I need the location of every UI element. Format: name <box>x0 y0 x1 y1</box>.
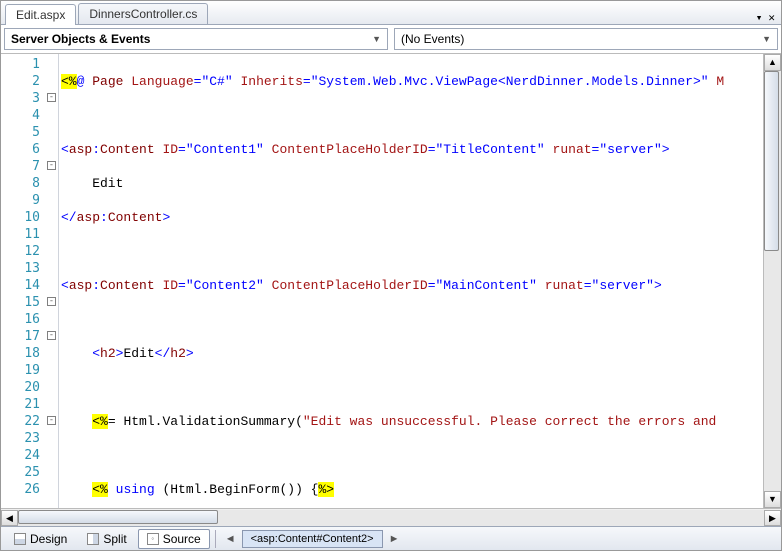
line-number: 4 <box>1 107 58 124</box>
design-icon <box>14 533 26 545</box>
line-number: 15- <box>1 294 58 311</box>
fold-toggle[interactable]: - <box>47 416 56 425</box>
breadcrumb-prev-icon[interactable]: ◄ <box>221 533 240 545</box>
line-number: 22- <box>1 413 58 430</box>
line-number: 17- <box>1 328 58 345</box>
line-number: 14 <box>1 277 58 294</box>
scrollbar-track[interactable] <box>18 510 764 526</box>
line-number: 3- <box>1 90 58 107</box>
line-number: 8 <box>1 175 58 192</box>
fold-toggle[interactable]: - <box>47 331 56 340</box>
code-area[interactable]: <%@ Page Language="C#" Inherits="System.… <box>59 54 763 508</box>
chevron-down-icon: ▼ <box>762 34 771 44</box>
line-number: 19 <box>1 362 58 379</box>
source-label: Source <box>163 532 201 546</box>
scroll-up-icon[interactable]: ▲ <box>764 54 781 71</box>
line-number: 21 <box>1 396 58 413</box>
scrollbar-thumb[interactable] <box>18 510 218 524</box>
split-icon <box>87 533 99 545</box>
line-number: 10 <box>1 209 58 226</box>
line-number-gutter: 1 2 3- 4 5 6 7- 8 9 10 11 12 13 14 15- 1… <box>1 54 59 508</box>
scroll-right-icon[interactable]: ▶ <box>764 510 781 526</box>
line-number: 25 <box>1 464 58 481</box>
scrollbar-track[interactable] <box>764 71 781 491</box>
line-number: 7- <box>1 158 58 175</box>
code-editor: 1 2 3- 4 5 6 7- 8 9 10 11 12 13 14 15- 1… <box>1 54 781 508</box>
separator <box>215 530 216 548</box>
events-dropdown-label: (No Events) <box>401 32 464 46</box>
design-label: Design <box>30 532 67 546</box>
fold-toggle[interactable]: - <box>47 297 56 306</box>
split-view-button[interactable]: Split <box>78 529 135 549</box>
fold-toggle[interactable]: - <box>47 161 56 170</box>
breadcrumb-content2[interactable]: <asp:Content#Content2> <box>242 530 383 548</box>
line-number: 16 <box>1 311 58 328</box>
line-number: 26 <box>1 481 58 498</box>
objects-dropdown-label: Server Objects & Events <box>11 32 150 46</box>
document-tabs: Edit.aspx DinnersController.cs ▾ ✕ <box>1 1 781 25</box>
line-number: 1 <box>1 56 58 73</box>
source-icon: ◦ <box>147 533 159 545</box>
line-number: 13 <box>1 260 58 277</box>
view-mode-bar: Design Split ◦ Source ◄ <asp:Content#Cont… <box>1 526 781 550</box>
line-number: 6 <box>1 141 58 158</box>
line-number: 20 <box>1 379 58 396</box>
navigation-dropdowns: Server Objects & Events ▼ (No Events) ▼ <box>1 25 781 54</box>
tab-edit-aspx[interactable]: Edit.aspx <box>5 4 76 25</box>
window-dropdown-icon[interactable]: ▾ <box>756 11 763 24</box>
line-number: 9 <box>1 192 58 209</box>
chevron-down-icon: ▼ <box>372 34 381 44</box>
breadcrumb-next-icon[interactable]: ► <box>385 533 404 545</box>
scrollbar-thumb[interactable] <box>764 71 779 251</box>
objects-dropdown[interactable]: Server Objects & Events ▼ <box>4 28 388 50</box>
scroll-left-icon[interactable]: ◀ <box>1 510 18 526</box>
fold-toggle[interactable]: - <box>47 93 56 102</box>
split-label: Split <box>103 532 126 546</box>
line-number: 12 <box>1 243 58 260</box>
tab-dinnerscontroller[interactable]: DinnersController.cs <box>78 3 208 24</box>
scroll-down-icon[interactable]: ▼ <box>764 491 781 508</box>
vertical-scrollbar[interactable]: ▲ ▼ <box>763 54 781 508</box>
horizontal-scrollbar[interactable]: ◀ ▶ <box>1 508 781 526</box>
design-view-button[interactable]: Design <box>5 529 76 549</box>
events-dropdown[interactable]: (No Events) ▼ <box>394 28 778 50</box>
source-view-button[interactable]: ◦ Source <box>138 529 210 549</box>
line-number: 11 <box>1 226 58 243</box>
line-number: 23 <box>1 430 58 447</box>
close-icon[interactable]: ✕ <box>768 11 775 24</box>
line-number: 2 <box>1 73 58 90</box>
line-number: 18 <box>1 345 58 362</box>
line-number: 5 <box>1 124 58 141</box>
line-number: 24 <box>1 447 58 464</box>
